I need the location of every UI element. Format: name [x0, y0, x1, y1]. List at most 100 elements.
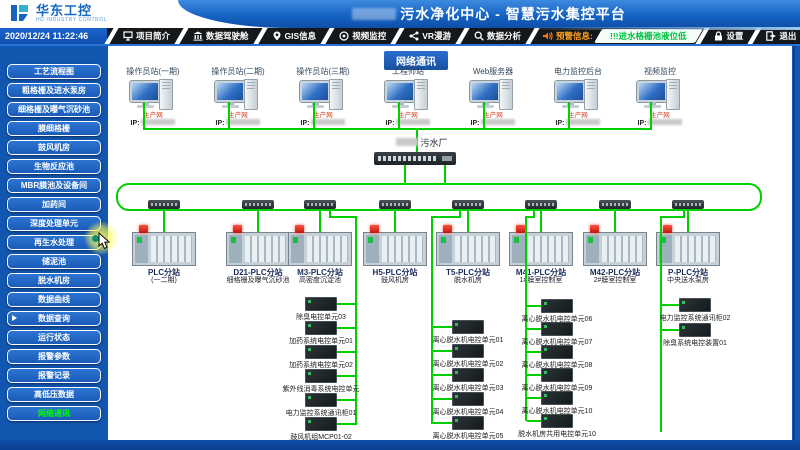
sidebar-item-advanced-treatment[interactable]: 深度处理单元 [7, 216, 101, 231]
device-node-icon [305, 417, 337, 431]
sidebar-item-dewatering-room[interactable]: 脱水机房 [7, 273, 101, 288]
sidebar-item-mbr[interactable]: MBR膜池及设备间 [7, 178, 101, 193]
station-name: 视频监控 [618, 66, 702, 77]
ring-switch-icon [452, 200, 484, 209]
device-node-icon [541, 299, 573, 313]
device-node-icon [541, 391, 573, 405]
sidebar-item-coarse-screen[interactable]: 粗格栅及进水泵房 [7, 83, 101, 98]
net-label: 生产网 [536, 112, 620, 119]
ring-switch-icon [242, 200, 274, 209]
device-node-icon [541, 414, 573, 428]
core-switch-label: 污水厂 [396, 136, 448, 149]
device-label: 电力监控系统通讯柜02 [630, 313, 760, 323]
sidebar-item-run-status[interactable]: 运行状态 [7, 330, 101, 345]
menu-item-data-cockpit[interactable]: 数据驾驶舱 [186, 28, 256, 44]
ip-row: IP: [281, 119, 365, 128]
menu-item-label: 视频监控 [352, 30, 386, 42]
alarm-icon [542, 31, 553, 41]
plc-node: PLC分站 (一二期) [119, 224, 209, 285]
alert-message: !!!进水格栅池液位低 [610, 30, 687, 42]
station-name: 操作员站(二期) [196, 66, 280, 77]
net-label: 生产网 [196, 112, 280, 119]
redacted-plant-name [396, 138, 418, 146]
net-line [444, 165, 446, 185]
workstation-node: 操作员站(二期) 生产网 IP: [196, 66, 280, 128]
redacted-ip [481, 119, 515, 125]
sidebar-item-dosing-room[interactable]: 加药间 [7, 197, 101, 212]
menu-item-vr-tour[interactable]: VR漫游 [402, 28, 458, 44]
monitor-icon [123, 31, 133, 41]
sidebar-item-label: 数据查询 [38, 314, 70, 323]
plant-name: 污水厂 [421, 138, 448, 148]
sidebar-item-sludge-tank[interactable]: 储泥池 [7, 254, 101, 269]
workstation-node: 视频监控 生产网 IP: [618, 66, 702, 128]
sidebar-item-data-curve[interactable]: 数据曲线 [7, 292, 101, 307]
workstation-node: Web服务器 生产网 IP: [451, 66, 535, 128]
menu-item-project-intro[interactable]: 项目简介 [116, 28, 177, 44]
datetime: 2020/12/24 11:22:46 [0, 28, 107, 44]
bottom-status-strip [0, 440, 800, 450]
workstation-node: 工程师站 生产网 IP: [366, 66, 450, 128]
alert-message-box[interactable]: !!!进水格栅池液位低 [594, 29, 703, 43]
device-label: 除臭系统电控装置01 [630, 338, 760, 348]
workstation-icon [555, 79, 601, 111]
workstation-node: 电力监控后台 生产网 IP: [536, 66, 620, 128]
plc-icon [509, 232, 573, 266]
location-icon [272, 31, 282, 41]
net-line [660, 216, 685, 218]
device-node-icon [541, 322, 573, 336]
net-line [337, 303, 355, 305]
device-node-icon [452, 416, 484, 430]
device-label: 脱水机房共用电控单元10 [492, 429, 622, 439]
net-line [433, 326, 452, 328]
plc-name: P-PLC分站 [643, 268, 733, 277]
redacted-ip [226, 119, 260, 125]
net-line [228, 102, 230, 128]
exit-button[interactable]: 退出 [759, 28, 800, 44]
ring-switch-icon [672, 200, 704, 209]
menu-item-gis-info[interactable]: GIS信息 [265, 28, 324, 44]
ip-label: IP: [216, 120, 225, 127]
workstation-icon [215, 79, 261, 111]
alert-label-text: 预警信息: [556, 30, 593, 42]
net-line [433, 374, 452, 376]
device-node-icon [305, 297, 337, 311]
dashboard-icon [193, 31, 203, 41]
menu-item-label: 项目简介 [136, 30, 170, 42]
redacted-ip [141, 119, 175, 125]
sidebar-item-data-query[interactable]: 数据查询 [7, 311, 101, 326]
ring-switch-icon [599, 200, 631, 209]
sidebar-item-fine-screen[interactable]: 细格栅及曝气沉砂池 [7, 102, 101, 117]
sidebar-item-membrane-screen[interactable]: 膜细格栅 [7, 121, 101, 136]
sidebar-item-alarm-log[interactable]: 报警记录 [7, 368, 101, 383]
workstation-icon [470, 79, 516, 111]
main-region: 工艺流程图 粗格栅及进水泵房 细格栅及曝气沉砂池 膜细格栅 鼓风机房 生物反应池… [0, 46, 800, 440]
sidebar-item-blower-room[interactable]: 鼓风机房 [7, 140, 101, 155]
sidebar-item-bio-reactor[interactable]: 生物反应池 [7, 159, 101, 174]
page-title: 污水净化中心 - 智慧污水集控平台 [400, 6, 625, 22]
alarm-beacon-icon [370, 225, 379, 233]
exit-label: 退出 [779, 30, 796, 42]
plc-icon [583, 232, 647, 266]
lock-icon [714, 31, 723, 41]
net-bus-line [143, 128, 652, 130]
sidebar-item-reclaimed-water[interactable]: 再生水处理 [7, 235, 101, 250]
alarm-beacon-icon [139, 225, 148, 233]
device-node-icon [452, 392, 484, 406]
workstation-node: 操作员站(一期) 生产网 IP: [111, 66, 195, 128]
settings-button[interactable]: 设置 [707, 28, 750, 44]
sidebar-item-network-comm[interactable]: 网络通讯 [7, 406, 101, 421]
net-line [337, 399, 355, 401]
menu-item-data-analysis[interactable]: 数据分析 [467, 28, 528, 44]
net-line [650, 102, 652, 128]
sidebar-item-process-flow[interactable]: 工艺流程图 [7, 64, 101, 79]
menu-item-video-monitor[interactable]: 视频监控 [332, 28, 393, 44]
net-label: 生产网 [366, 112, 450, 119]
net-line [527, 351, 541, 353]
ip-row: IP: [451, 119, 535, 128]
plc-icon [288, 232, 352, 266]
net-line [527, 397, 541, 399]
logo: 华东工控 HD INDUSTRY CONTROL [10, 3, 107, 23]
sidebar-item-alarm-params[interactable]: 报警参数 [7, 349, 101, 364]
sidebar-item-hv-lv-data[interactable]: 高低压数据 [7, 387, 101, 402]
